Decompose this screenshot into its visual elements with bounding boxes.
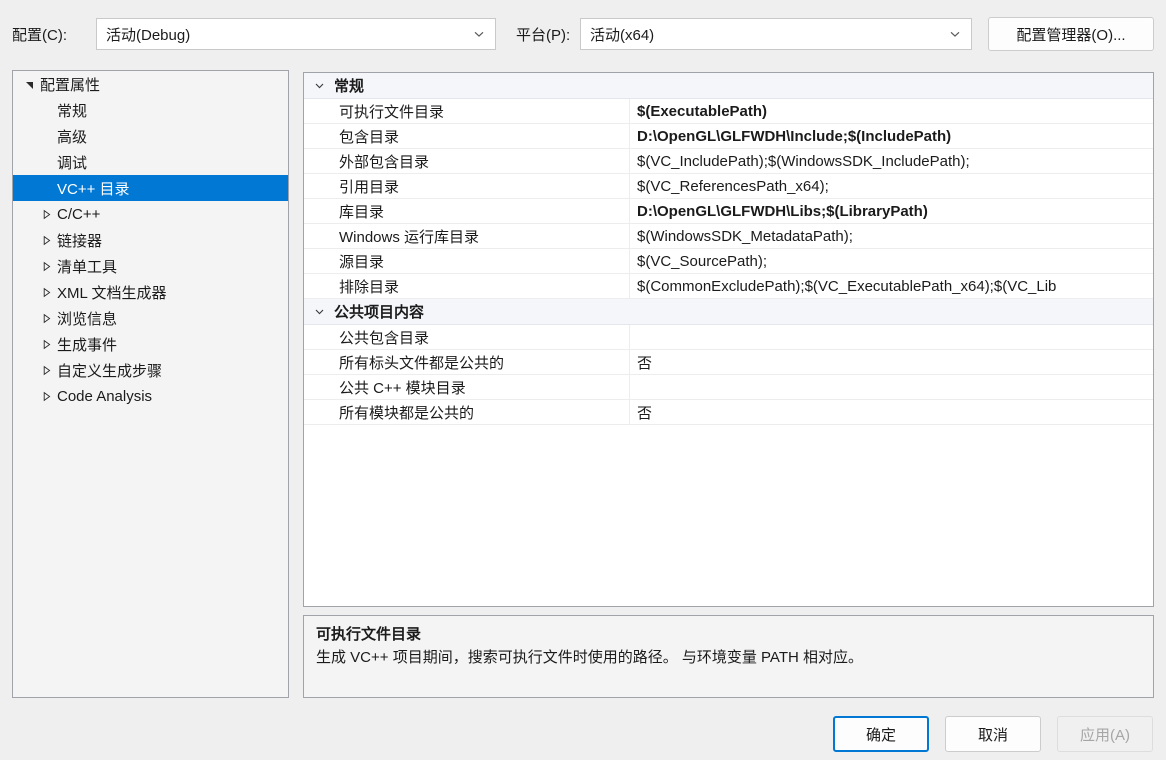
chevron-down-icon xyxy=(469,24,489,44)
grid-property-row[interactable]: 排除目录 $(CommonExcludePath);$(VC_Executable… xyxy=(304,274,1153,299)
grid-property-value[interactable]: $(VC_IncludePath);$(WindowsSDK_IncludePa… xyxy=(630,149,1153,173)
grid-property-value[interactable]: D:\OpenGL\GLFWDH\Libs;$(LibraryPath) xyxy=(630,199,1153,223)
triangle-right-icon[interactable] xyxy=(37,235,55,246)
triangle-right-icon[interactable] xyxy=(37,209,55,220)
triangle-right-icon[interactable] xyxy=(37,261,55,272)
triangle-right-icon[interactable] xyxy=(37,391,55,402)
tree-item-label: 生成事件 xyxy=(57,336,118,354)
tree-item-7[interactable]: 清单工具 xyxy=(13,253,288,279)
grid-property-name: 引用目录 xyxy=(304,174,630,198)
grid-property-row[interactable]: 所有模块都是公共的否 xyxy=(304,400,1153,425)
triangle-right-icon[interactable] xyxy=(37,339,55,350)
grid-property-name: 可执行文件目录 xyxy=(304,99,630,123)
tree-item-5[interactable]: C/C++ xyxy=(13,201,288,227)
grid-property-row[interactable]: 可执行文件目录 $(ExecutablePath) xyxy=(304,99,1153,124)
grid-property-value[interactable] xyxy=(630,375,1153,399)
tree-item-2[interactable]: 高级 xyxy=(13,123,288,149)
chevron-down-icon[interactable] xyxy=(304,299,334,324)
grid-category-title: 常规 xyxy=(334,78,365,95)
tree-item-label: C/C++ xyxy=(57,205,101,223)
platform-dropdown[interactable]: 活动(x64) xyxy=(580,18,972,50)
grid-property-row[interactable]: 公共 C++ 模块目录 xyxy=(304,375,1153,400)
grid-property-name: Windows 运行库目录 xyxy=(304,224,630,248)
tree-item-label: 链接器 xyxy=(57,232,103,250)
grid-property-value[interactable] xyxy=(630,325,1153,349)
platform-label: 平台(P): xyxy=(516,27,571,44)
grid-category-row[interactable]: 公共项目内容 xyxy=(304,299,1153,325)
grid-property-row[interactable]: 引用目录 $(VC_ReferencesPath_x64); xyxy=(304,174,1153,199)
configuration-toolbar: 配置(C): 活动(Debug) 平台(P): 活动(x64) 配置管理器(O)… xyxy=(0,0,1166,68)
tree-item-label: XML 文档生成器 xyxy=(57,284,167,302)
grid-property-value[interactable]: $(ExecutablePath) xyxy=(630,99,1153,123)
tree-item-label: 浏览信息 xyxy=(57,310,118,328)
grid-property-name: 源目录 xyxy=(304,249,630,273)
chevron-down-icon xyxy=(945,24,965,44)
tree-item-8[interactable]: XML 文档生成器 xyxy=(13,279,288,305)
tree-item-label: 配置属性 xyxy=(40,76,101,94)
grid-property-value[interactable]: $(WindowsSDK_MetadataPath); xyxy=(630,224,1153,248)
grid-property-name: 公共包含目录 xyxy=(304,325,630,349)
grid-property-name: 排除目录 xyxy=(304,274,630,298)
property-description-text: 生成 VC++ 项目期间，搜索可执行文件时使用的路径。 与环境变量 PATH 相… xyxy=(316,649,863,666)
grid-property-value[interactable]: $(CommonExcludePath);$(VC_ExecutablePath… xyxy=(630,274,1153,298)
property-description-title: 可执行文件目录 xyxy=(316,626,422,643)
grid-property-name: 所有标头文件都是公共的 xyxy=(304,350,630,374)
tree-item-6[interactable]: 链接器 xyxy=(13,227,288,253)
configuration-manager-button[interactable]: 配置管理器(O)... xyxy=(988,17,1154,51)
property-description-panel: 可执行文件目录 生成 VC++ 项目期间，搜索可执行文件时使用的路径。 与环境变… xyxy=(303,615,1154,698)
configuration-dropdown-value: 活动(Debug) xyxy=(106,26,191,44)
grid-property-row[interactable]: 源目录 $(VC_SourcePath); xyxy=(304,249,1153,274)
grid-property-row[interactable]: Windows 运行库目录 $(WindowsSDK_MetadataPath); xyxy=(304,224,1153,249)
tree-item-9[interactable]: 浏览信息 xyxy=(13,305,288,331)
configuration-dropdown[interactable]: 活动(Debug) xyxy=(96,18,496,50)
tree-item-4[interactable]: VC++ 目录 xyxy=(13,175,288,201)
tree-item-1[interactable]: 常规 xyxy=(13,97,288,123)
ok-button[interactable]: 确定 xyxy=(833,716,929,752)
tree-item-0[interactable]: 配置属性 xyxy=(13,71,288,97)
grid-property-row[interactable]: 包含目录 D:\OpenGL\GLFWDH\Include;$(IncludePa… xyxy=(304,124,1153,149)
tree-item-11[interactable]: 自定义生成步骤 xyxy=(13,357,288,383)
triangle-right-icon[interactable] xyxy=(37,365,55,376)
property-pages-tree[interactable]: 配置属性常规高级调试 VC++ 目录 C/C++ 链接器清单工具 XML 文档生成器 浏览… xyxy=(12,70,289,698)
configuration-label: 配置(C): xyxy=(12,27,67,44)
tree-item-label: 常规 xyxy=(57,102,88,120)
tree-item-label: Code Analysis xyxy=(57,387,153,405)
grid-property-name: 所有模块都是公共的 xyxy=(304,400,630,424)
tree-item-10[interactable]: 生成事件 xyxy=(13,331,288,357)
grid-property-name: 外部包含目录 xyxy=(304,149,630,173)
grid-property-row[interactable]: 外部包含目录 $(VC_IncludePath);$(WindowsSDK_Inc… xyxy=(304,149,1153,174)
grid-property-name: 公共 C++ 模块目录 xyxy=(304,375,630,399)
grid-property-row[interactable]: 公共包含目录 xyxy=(304,325,1153,350)
grid-property-value[interactable]: 否 xyxy=(630,350,1153,374)
apply-button: 应用(A) xyxy=(1057,716,1153,752)
tree-item-label: 清单工具 xyxy=(57,258,118,276)
chevron-down-icon[interactable] xyxy=(304,73,334,98)
grid-property-row[interactable]: 库目录 D:\OpenGL\GLFWDH\Libs;$(LibraryPath) xyxy=(304,199,1153,224)
grid-property-value[interactable]: $(VC_SourcePath); xyxy=(630,249,1153,273)
triangle-right-icon[interactable] xyxy=(37,287,55,298)
property-grid[interactable]: 常规 可执行文件目录 $(ExecutablePath) 包含目录 D:\OpenGL\… xyxy=(303,72,1154,607)
triangle-right-icon[interactable] xyxy=(37,313,55,324)
grid-property-row[interactable]: 所有标头文件都是公共的否 xyxy=(304,350,1153,375)
cancel-button[interactable]: 取消 xyxy=(945,716,1041,752)
tree-item-label: 自定义生成步骤 xyxy=(57,362,163,380)
platform-dropdown-value: 活动(x64) xyxy=(590,26,655,44)
grid-category-title: 公共项目内容 xyxy=(334,304,425,321)
grid-property-name: 包含目录 xyxy=(304,124,630,148)
grid-property-value[interactable]: $(VC_ReferencesPath_x64); xyxy=(630,174,1153,198)
tree-item-label: VC++ 目录 xyxy=(57,180,130,198)
tree-item-3[interactable]: 调试 xyxy=(13,149,288,175)
triangle-down-icon[interactable] xyxy=(20,79,38,90)
tree-item-12[interactable]: Code Analysis xyxy=(13,383,288,409)
grid-property-name: 库目录 xyxy=(304,199,630,223)
tree-item-label: 调试 xyxy=(57,154,88,172)
tree-item-label: 高级 xyxy=(57,128,88,146)
grid-property-value[interactable]: 否 xyxy=(630,400,1153,424)
grid-category-row[interactable]: 常规 xyxy=(304,73,1153,99)
grid-property-value[interactable]: D:\OpenGL\GLFWDH\Include;$(IncludePath) xyxy=(630,124,1153,148)
